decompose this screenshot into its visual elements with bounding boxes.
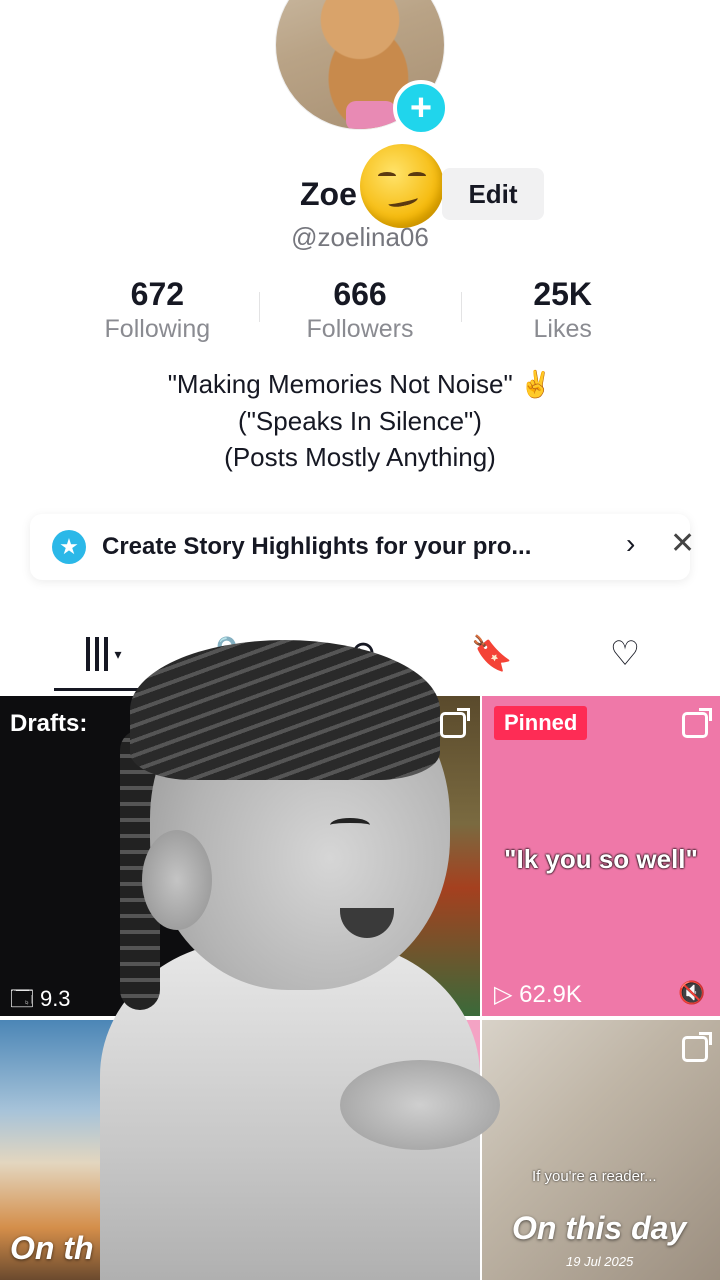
story-highlights-banner[interactable]: ★ Create Story Highlights for your pro..… xyxy=(30,514,695,580)
smirk-emoji-icon xyxy=(360,144,444,228)
stat-following[interactable]: 672 Following xyxy=(56,276,259,348)
video-tile[interactable]: If you're a reader... On this day 19 Jul… xyxy=(482,1020,720,1280)
add-story-plus-icon[interactable]: + xyxy=(393,80,449,136)
chevron-right-icon[interactable]: › xyxy=(626,528,635,560)
drafts-count: 🗔 9.3 xyxy=(10,986,71,1011)
stat-following-label: Following xyxy=(104,315,211,343)
star-icon: ★ xyxy=(52,530,86,564)
stat-followers[interactable]: 666 Followers xyxy=(258,276,462,348)
bio-line-2: ("Speaks In Silence") xyxy=(238,405,482,436)
heart-icon: ♡ xyxy=(609,635,641,673)
video-caption: "Ik you so well" xyxy=(504,844,698,874)
edit-profile-button[interactable]: Edit xyxy=(442,168,544,220)
profile-name: Zoe xyxy=(300,176,357,212)
stat-followers-label: Followers xyxy=(306,315,414,343)
mute-icon: 🔇 xyxy=(678,980,706,1005)
bio-line-1: "Making Memories Not Noise" ✌️ xyxy=(167,369,553,399)
video-caption: If you're a reader... xyxy=(532,1168,657,1185)
baby-sticker-image xyxy=(90,640,510,1280)
video-date: 19 Jul 2025 xyxy=(566,1254,634,1269)
pinned-video-tile[interactable]: Pinned "Ik you so well" ▷ 62.9K 🔇 xyxy=(482,696,720,1016)
photo-carousel-icon xyxy=(682,1032,712,1062)
profile-handle: @zoelina06 xyxy=(291,222,429,252)
stat-likes-value: 25K xyxy=(533,276,593,312)
banner-text: Create Story Highlights for your pro... xyxy=(102,533,532,560)
tab-liked[interactable]: ♡ xyxy=(600,632,650,676)
profile-bio: "Making Memories Not Noise" ✌️ ("Speaks … xyxy=(0,366,720,476)
profile-stats: 672 Following 666 Followers 25K Likes xyxy=(56,276,664,348)
close-icon[interactable]: ✕ xyxy=(670,526,695,561)
bio-line-3: (Posts Mostly Anything) xyxy=(224,442,496,472)
stat-following-value: 672 xyxy=(130,276,185,312)
photo-carousel-icon xyxy=(682,708,712,738)
stat-likes-label: Likes xyxy=(533,315,592,343)
stat-likes[interactable]: 25K Likes xyxy=(461,276,664,348)
video-title: On this day xyxy=(512,1210,687,1246)
drafts-label: Drafts: xyxy=(10,710,88,737)
video-caption: On th xyxy=(10,1230,94,1266)
stat-followers-value: 666 xyxy=(333,276,387,312)
